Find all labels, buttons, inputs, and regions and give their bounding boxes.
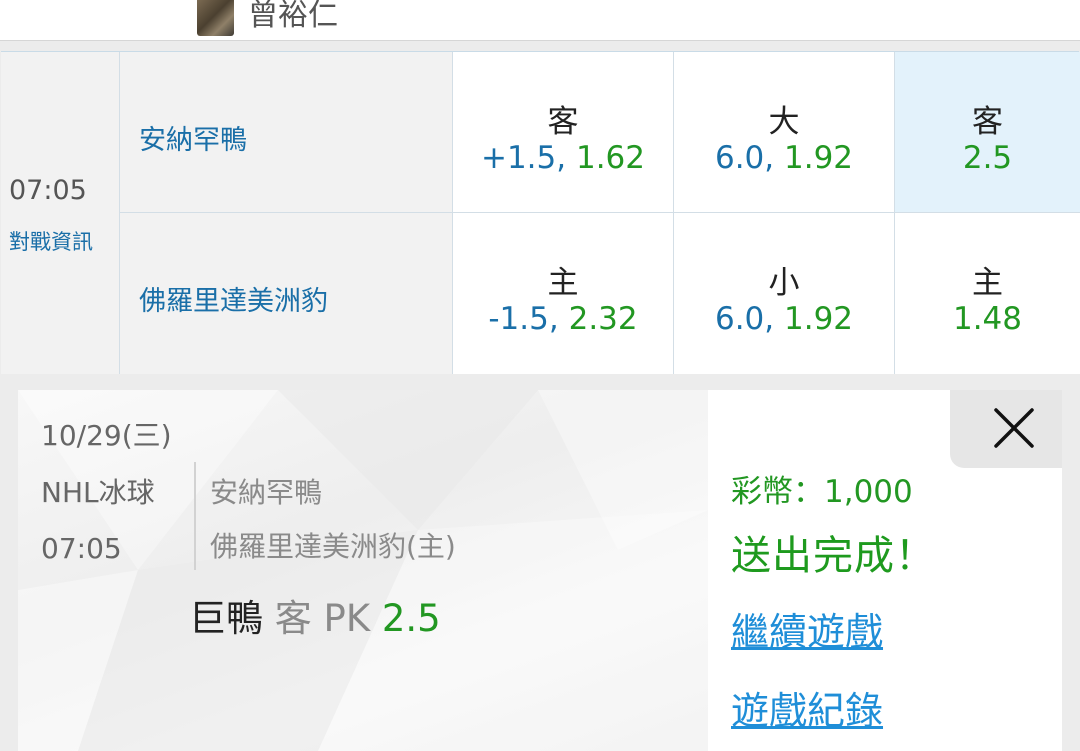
total-over-label: 大 — [768, 104, 800, 140]
total-over-odds: 1.92 — [784, 140, 854, 176]
moneyline-away-option[interactable]: 客 2.5 — [894, 52, 1080, 213]
total-under-label: 小 — [768, 265, 800, 301]
user-header: 曾裕仁 — [0, 0, 1080, 41]
spread-away-odds: 1.62 — [575, 140, 646, 176]
coins-balance: 彩幣：1,000 — [731, 474, 913, 510]
total-over-option[interactable]: 大 6.0, 1.92 — [673, 52, 894, 213]
away-team-name[interactable]: 安納罕鴨 — [139, 118, 247, 157]
bet-away-team: 安納罕鴨 — [210, 476, 323, 509]
moneyline-home-option[interactable]: 主 1.48 — [894, 213, 1080, 374]
spread-away-value: +1.5, 1.62 — [453, 140, 673, 176]
moneyline-home-value: 1.48 — [895, 301, 1080, 337]
moneyline-away-label: 客 — [972, 104, 1003, 140]
moneyline-home-label: 主 — [972, 265, 1003, 301]
home-team-name[interactable]: 佛羅里達美洲豹 — [139, 279, 328, 318]
game-history-link[interactable]: 遊戲紀錄 — [731, 680, 883, 735]
separator: , — [764, 301, 784, 337]
bet-time: 07:05 — [41, 532, 122, 565]
spread-away-label: 客 — [547, 104, 579, 140]
bet-result: 彩幣：1,000 送出完成！ 繼續遊戲 遊戲紀錄 — [708, 390, 1062, 751]
spread-home-option[interactable]: 主 -1.5, 2.32 — [452, 213, 673, 374]
spread-home-line: -1.5 — [488, 301, 549, 337]
total-over-value: 6.0, 1.92 — [674, 140, 894, 176]
spread-home-odds: 2.32 — [568, 301, 638, 337]
moneyline-away-value: 2.5 — [895, 140, 1080, 176]
total-under-odds: 1.92 — [784, 301, 854, 337]
total-under-value: 6.0, 1.92 — [674, 301, 894, 337]
separator: , — [548, 301, 569, 337]
bet-pick: 巨鴨 客 PK 2.5 — [189, 588, 441, 642]
game-time-cell: 07:05 對戰資訊 — [1, 52, 120, 374]
continue-game-link[interactable]: 繼續遊戲 — [731, 601, 883, 656]
home-team-cell: 佛羅里達美洲豹 — [120, 213, 452, 374]
bet-home-team: 佛羅里達美洲豹(主) — [210, 530, 456, 563]
spread-home-value: -1.5, 2.32 — [453, 301, 673, 337]
bet-sport: NHL冰球 — [41, 476, 155, 509]
separator: , — [556, 140, 576, 176]
spread-home-label: 主 — [547, 265, 579, 301]
bet-pick-side: 客 PK — [274, 597, 371, 640]
close-icon — [994, 408, 1034, 448]
avatar[interactable] — [197, 0, 234, 36]
matchup-info-link[interactable]: 對戰資訊 — [9, 226, 93, 256]
divider — [194, 462, 196, 570]
bet-summary: 10/29(三) NHL冰球 07:05 安納罕鴨 佛羅里達美洲豹(主) 巨鴨 … — [18, 390, 708, 751]
user-name: 曾裕仁 — [248, 0, 338, 33]
bet-pick-odds: 2.5 — [381, 597, 441, 640]
moneyline-away-odds: 2.5 — [962, 140, 1013, 176]
total-over-line: 6.0 — [714, 140, 765, 176]
total-under-option[interactable]: 小 6.0, 1.92 — [673, 213, 894, 374]
submit-status: 送出完成！ — [731, 533, 936, 579]
bet-pick-team: 巨鴨 — [189, 597, 263, 640]
total-under-line: 6.0 — [714, 301, 765, 337]
separator: , — [764, 140, 784, 176]
game-row: 07:05 對戰資訊 安納罕鴨 佛羅里達美洲豹 客 +1.5, 1.62 主 -… — [1, 51, 1080, 374]
game-time: 07:05 — [9, 175, 87, 206]
close-button[interactable] — [950, 390, 1062, 468]
away-team-cell: 安納罕鴨 — [120, 52, 452, 213]
moneyline-home-odds: 1.48 — [952, 301, 1023, 337]
bet-confirmation-panel: 10/29(三) NHL冰球 07:05 安納罕鴨 佛羅里達美洲豹(主) 巨鴨 … — [18, 390, 1062, 751]
spread-away-line: +1.5 — [480, 140, 557, 176]
spread-away-option[interactable]: 客 +1.5, 1.62 — [452, 52, 673, 213]
bet-date: 10/29(三) — [41, 419, 172, 452]
